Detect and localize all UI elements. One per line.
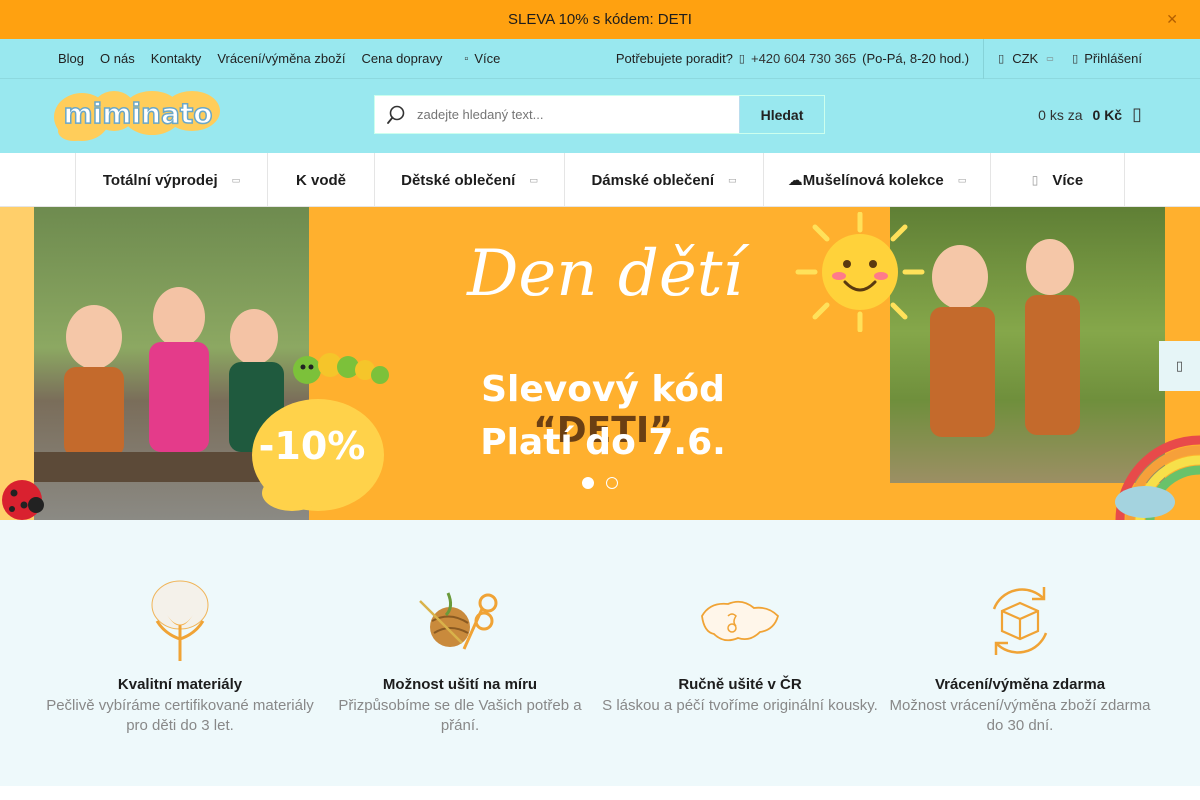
nav-label: Dámské oblečení <box>591 171 715 189</box>
search-input[interactable] <box>417 107 739 122</box>
help-contact: Potřebujete poradit? ▯ +420 604 730 365 … <box>616 51 969 66</box>
coins-icon: ▯ <box>998 53 1005 65</box>
hamburger-icon: ▯ <box>1031 173 1039 187</box>
nav-label: ☁Mušelínová kolekce <box>787 172 944 189</box>
benefit-title: Možnost ušití na míru <box>382 676 538 693</box>
hero-banner[interactable]: Den dětí Slevový kód “DETI” Platí do 7.6… <box>0 207 1200 520</box>
cart-count: 0 ks za <box>1038 106 1083 123</box>
nav-item-more[interactable]: ▯ Více <box>990 153 1125 207</box>
czech-map-icon <box>600 576 880 666</box>
main-nav: Totální výprodej ▭ K vodě Dětské oblečen… <box>0 153 1200 207</box>
benefit-desc: Přizpůsobíme se dle Vašich potřeb a přán… <box>338 697 582 734</box>
login-link[interactable]: ▯ Přihlášení <box>1072 51 1200 66</box>
nav-item-sale[interactable]: Totální výprodej ▭ <box>75 153 267 207</box>
login-label: Přihlášení <box>1084 51 1142 66</box>
benefit-item: Možnost ušití na míru Přizpůsobíme se dl… <box>320 576 600 786</box>
top-link-contacts[interactable]: Kontakty <box>151 51 202 66</box>
chevron-down-icon: ▭ <box>231 174 241 185</box>
discount-badge: -10% <box>248 385 408 515</box>
hero-code-prefix: Slevový kód <box>481 369 725 410</box>
chevron-down-icon: ▭ <box>1046 54 1054 63</box>
logo[interactable]: miminato <box>52 87 224 143</box>
top-more-menu[interactable]: ▫ Více <box>464 51 500 66</box>
search-icon <box>375 105 417 125</box>
search-box: Hledat <box>374 95 825 134</box>
main-header: miminato Hledat 0 ks za 0 Kč ▯ <box>0 79 1200 153</box>
support-hours: (Po-Pá, 8-20 hod.) <box>862 51 970 66</box>
cart-summary[interactable]: 0 ks za 0 Kč ▯ <box>1038 104 1142 125</box>
currency-select[interactable]: ▯ CZK ▭ <box>998 51 1058 66</box>
search-button[interactable]: Hledat <box>739 96 824 133</box>
currency-value: CZK <box>1012 51 1039 66</box>
user-icon: ▯ <box>1072 53 1079 65</box>
cart-icon: ▯ <box>1132 104 1142 124</box>
nav-item-water[interactable]: K vodě <box>267 153 374 207</box>
top-links: Blog O nás Kontakty Vrácení/výměna zboží… <box>0 51 500 66</box>
sewing-yarn-scissors-icon <box>320 576 600 666</box>
nav-label: Více <box>1052 171 1084 189</box>
benefit-desc: Možnost vrácení/výměna zboží zdarma do 3… <box>889 697 1151 734</box>
benefit-item: Vrácení/výměna zdarma Možnost vrácení/vý… <box>880 576 1160 786</box>
chevron-left-icon: ▯ <box>1175 358 1184 373</box>
phone-number[interactable]: +420 604 730 365 <box>751 51 856 66</box>
top-bar: Blog O nás Kontakty Vrácení/výměna zboží… <box>0 38 1200 79</box>
help-label: Potřebujete poradit? <box>615 51 733 66</box>
cotton-flower-icon <box>40 576 320 666</box>
slider-dot[interactable] <box>582 477 594 489</box>
nav-label: K vodě <box>295 171 346 189</box>
slider-dot[interactable] <box>606 477 618 489</box>
benefit-title: Vrácení/výměna zdarma <box>934 676 1106 693</box>
banner-edge <box>0 207 34 520</box>
caterpillar-icon <box>293 353 389 384</box>
rainbow-icon <box>1115 435 1200 520</box>
promo-bar: SLEVA 10% s kódem: DETI ✕ <box>0 0 1200 39</box>
slider-dots <box>582 477 618 489</box>
svg-text:-10%: -10% <box>259 424 366 468</box>
top-link-returns[interactable]: Vrácení/výměna zboží <box>217 51 345 66</box>
top-link-shipping[interactable]: Cena dopravy <box>361 51 442 66</box>
cart-total: 0 Kč <box>1092 106 1123 123</box>
return-box-icon <box>880 576 1160 666</box>
close-icon[interactable]: ✕ <box>1166 11 1178 28</box>
nav-item-women-clothing[interactable]: Dámské oblečení ▭ <box>564 153 763 207</box>
benefit-desc: Pečlivě vybíráme certifikované materiály… <box>46 697 314 734</box>
benefit-item: Ručně ušité v ČR S láskou a péčí tvoříme… <box>600 576 880 786</box>
benefit-desc: S láskou a péčí tvoříme originální kousk… <box>602 697 878 714</box>
sun-icon <box>795 212 925 332</box>
nav-item-muslin[interactable]: ☁Mušelínová kolekce ▭ <box>763 153 990 207</box>
benefit-title: Ručně ušité v ČR <box>678 676 802 693</box>
side-panel-toggle[interactable]: ▯ <box>1159 341 1200 391</box>
benefit-title: Kvalitní materiály <box>117 676 243 693</box>
ladybug-icon <box>2 480 44 520</box>
hamburger-icon: ▫ <box>464 52 469 65</box>
hero-valid-until: Platí do 7.6. <box>480 422 726 463</box>
benefit-item: Kvalitní materiály Pečlivě vybíráme cert… <box>40 576 320 786</box>
nav-label: Totální výprodej <box>102 171 218 189</box>
chevron-down-icon: ▭ <box>728 174 737 185</box>
top-link-blog[interactable]: Blog <box>58 51 84 66</box>
top-more-label: Více <box>474 51 501 66</box>
benefits-section: Kvalitní materiály Pečlivě vybíráme cert… <box>0 520 1200 786</box>
svg-text:miminato: miminato <box>64 97 213 130</box>
hero-title: Den dětí <box>467 237 743 311</box>
promo-text: SLEVA 10% s kódem: DETI <box>508 11 692 28</box>
top-link-about[interactable]: O nás <box>100 51 135 66</box>
phone-icon: ▯ <box>738 53 745 65</box>
divider <box>983 38 985 79</box>
nav-item-kids-clothing[interactable]: Dětské oblečení ▭ <box>374 153 564 207</box>
chevron-down-icon: ▭ <box>529 174 538 185</box>
chevron-down-icon: ▭ <box>957 174 967 185</box>
nav-label: Dětské oblečení <box>401 171 516 189</box>
